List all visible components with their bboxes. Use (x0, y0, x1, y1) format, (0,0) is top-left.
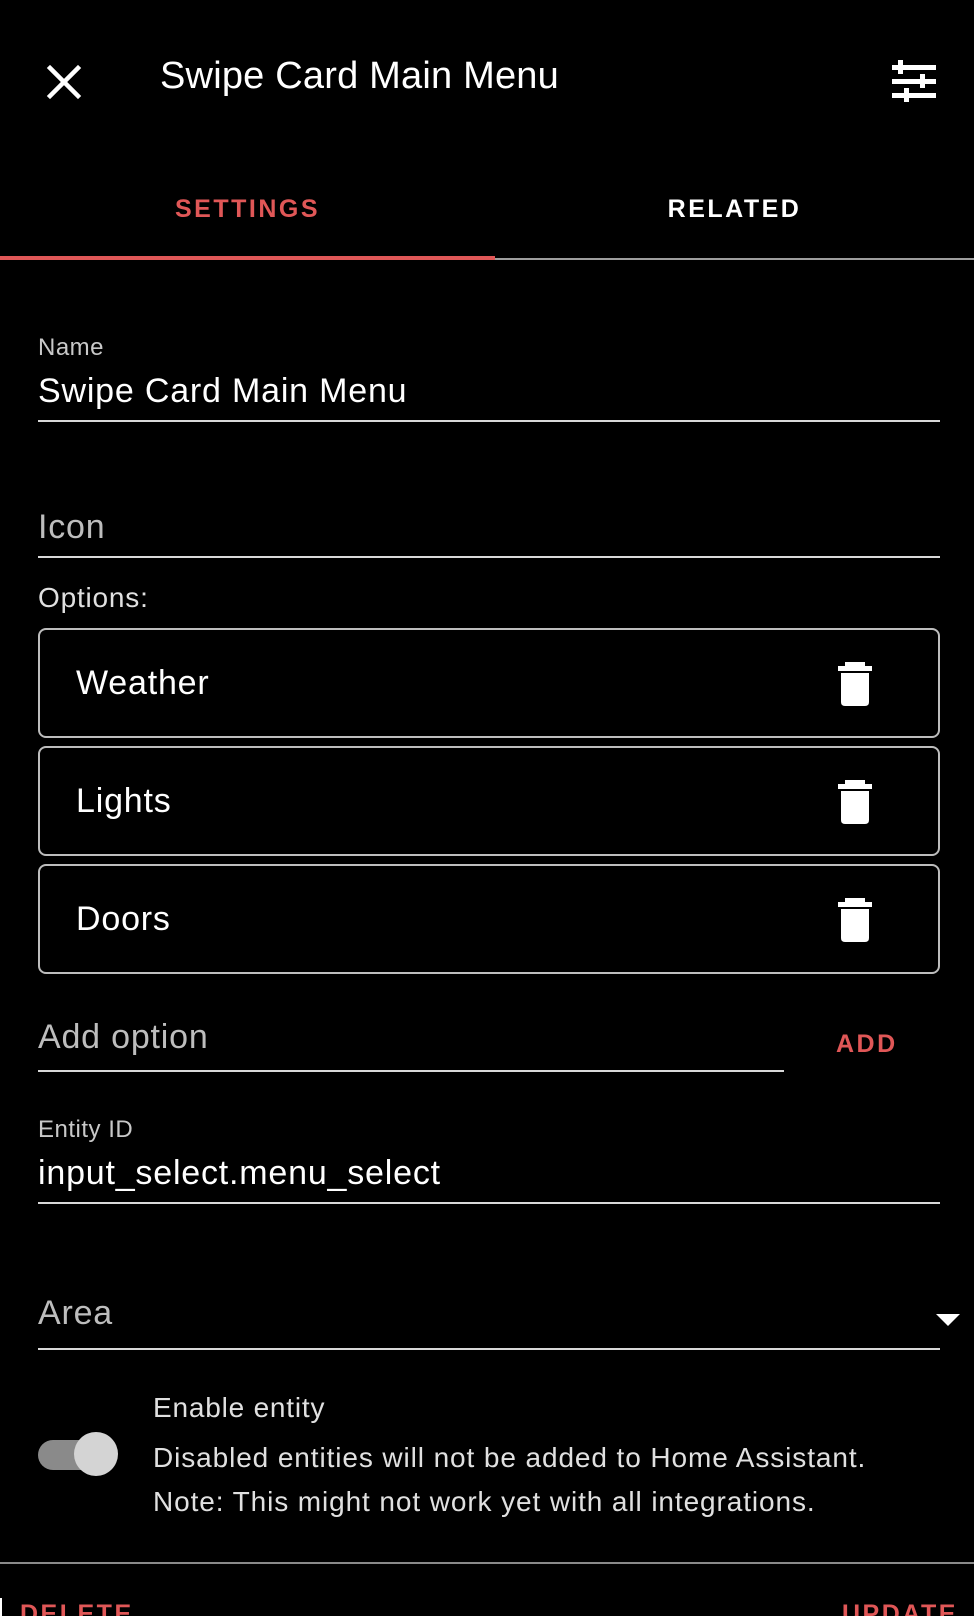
enable-entity-description-line: Disabled entities will not be added to H… (153, 1442, 867, 1473)
area-placeholder: Area (38, 1294, 114, 1332)
delete-button[interactable]: DELETE (20, 1600, 134, 1616)
enable-entity-toggle[interactable] (38, 1430, 118, 1478)
dialog-title: Swipe Card Main Menu (160, 55, 559, 97)
update-button[interactable]: UPDATE (842, 1600, 958, 1616)
add-option-button[interactable]: ADD (836, 1030, 898, 1059)
tune-icon[interactable] (888, 58, 940, 106)
trash-icon[interactable] (835, 780, 875, 824)
name-value[interactable]: Swipe Card Main Menu (38, 372, 407, 411)
entity-id-value[interactable]: input_select.menu_select (38, 1154, 441, 1193)
add-option-placeholder: Add option (38, 1018, 209, 1056)
trash-icon[interactable] (835, 898, 875, 942)
option-label: Weather (76, 664, 210, 702)
area-select[interactable]: Area (38, 1294, 960, 1350)
caret-down-icon (936, 1314, 960, 1328)
dialog-header: Swipe Card Main Menu (0, 0, 974, 160)
option-label: Doors (76, 900, 171, 938)
trash-icon[interactable] (835, 662, 875, 706)
options-label: Options: (38, 582, 149, 613)
name-label: Name (38, 334, 105, 361)
close-icon[interactable] (40, 58, 88, 106)
entity-id-field[interactable]: Entity ID input_select.menu_select (38, 1110, 940, 1204)
tab-settings[interactable]: SETTINGS (0, 160, 495, 258)
icon-field[interactable]: Icon (38, 500, 940, 558)
enable-entity-label: Enable entity (153, 1392, 326, 1423)
add-option-input[interactable]: Add option (38, 1010, 784, 1072)
toggle-thumb (74, 1432, 118, 1476)
option-label: Lights (76, 782, 172, 820)
footer-divider (0, 1562, 974, 1564)
icon-placeholder: Icon (38, 508, 106, 546)
option-item-weather: Weather (38, 628, 940, 738)
tab-bar: SETTINGS RELATED (0, 160, 974, 260)
option-item-doors: Doors (38, 864, 940, 974)
entity-id-label: Entity ID (38, 1116, 134, 1143)
option-item-lights: Lights (38, 746, 940, 856)
enable-entity-description-line: Note: This might not work yet with all i… (153, 1486, 816, 1517)
footer-edge (0, 1598, 2, 1616)
enable-entity-description: Disabled entities will not be added to H… (153, 1436, 953, 1524)
active-tab-indicator (0, 256, 495, 260)
name-field[interactable]: Name Swipe Card Main Menu (38, 330, 940, 422)
tab-related[interactable]: RELATED (495, 160, 974, 258)
entity-settings-dialog: Swipe Card Main Menu SETTINGS RELATED Na… (0, 0, 974, 1616)
